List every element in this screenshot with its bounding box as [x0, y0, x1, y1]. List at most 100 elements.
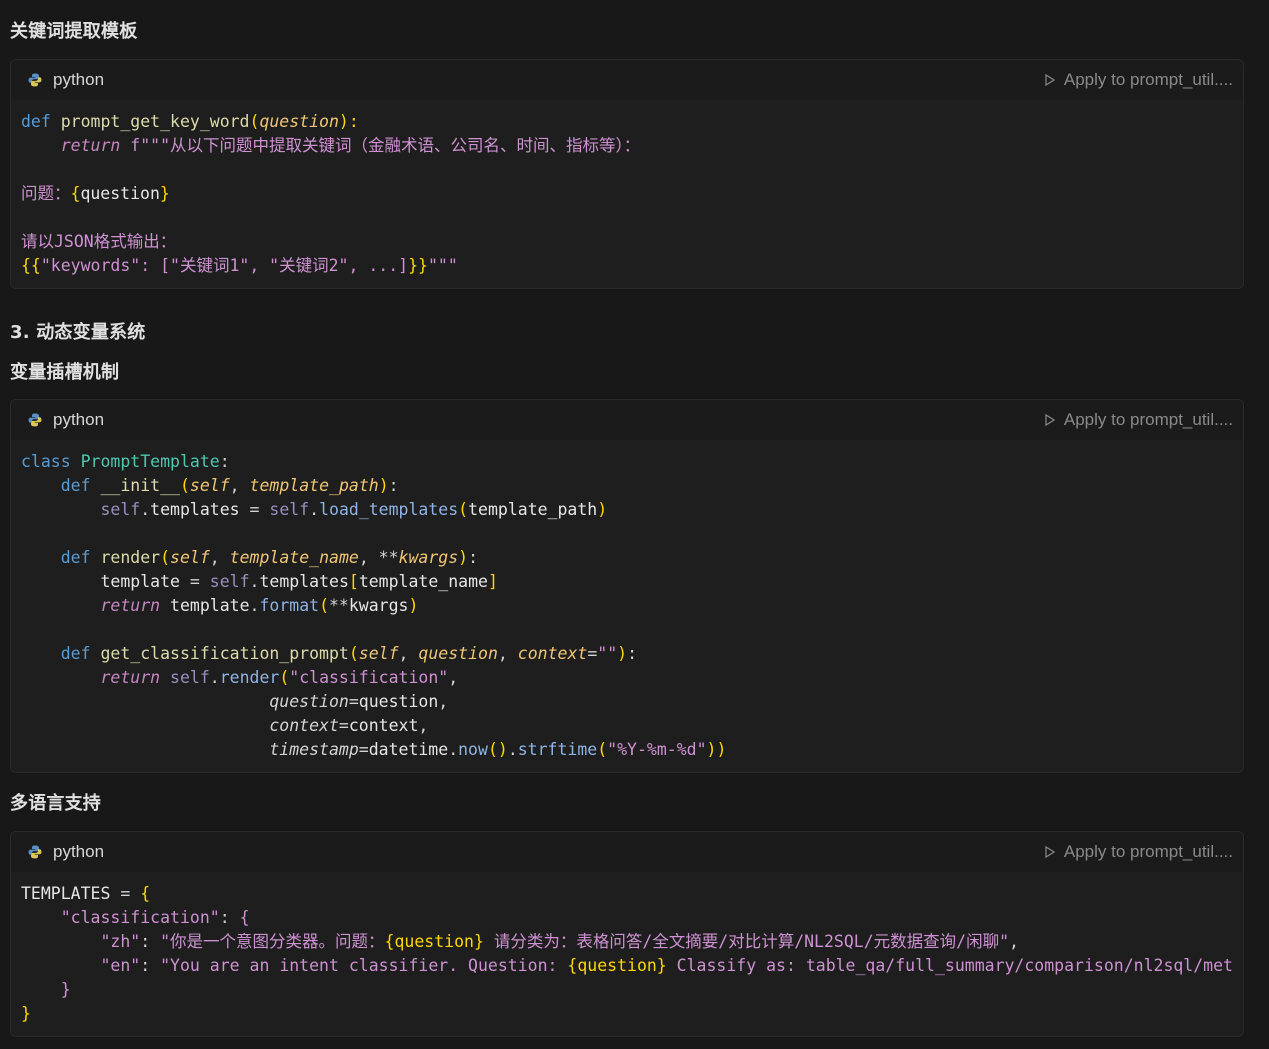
operator: = [110, 884, 141, 903]
paren: ): [338, 112, 359, 131]
class-name: PromptTemplate [80, 452, 220, 471]
arg: context [348, 716, 419, 735]
param: template_name [229, 548, 359, 567]
kw-return: return [60, 136, 121, 155]
string: "" [597, 644, 618, 663]
fstring: f"""从以下问题中提取关键词（金融术语、公司名、时间、指标等）： [120, 136, 641, 155]
brace: }} [408, 256, 428, 275]
method: strftime [517, 740, 598, 759]
brace: {{ [21, 256, 41, 275]
var: template [170, 596, 250, 615]
self-ref: self [100, 500, 141, 519]
apply-to-file-button[interactable]: Apply to prompt_util.... [1045, 410, 1233, 430]
param: question [259, 112, 339, 131]
placeholder: {question} [384, 932, 484, 951]
brace: { [70, 184, 81, 203]
fn-name: __init__ [100, 476, 180, 495]
python-icon [28, 845, 42, 859]
code-block-templates-dict: python Apply to prompt_util.... TEMPLATE… [10, 831, 1244, 1037]
kw-return: return [100, 668, 161, 687]
param: context [517, 644, 588, 663]
apply-to-file-button[interactable]: Apply to prompt_util.... [1045, 70, 1233, 90]
kwarg: question [269, 692, 349, 711]
kw-class: class [21, 452, 71, 471]
self-ref: self [170, 668, 210, 687]
string: "你是一个意图分类器。问题： [160, 932, 385, 951]
code-block-header: python Apply to prompt_util.... [11, 400, 1243, 440]
code-block-header: python Apply to prompt_util.... [11, 60, 1243, 100]
code-block-header: python Apply to prompt_util.... [11, 832, 1243, 872]
attr: templates [259, 572, 349, 591]
apply-label: Apply to prompt_util.... [1063, 70, 1233, 89]
code-body: TEMPLATES = { "classification": { "zh": … [11, 872, 1243, 1026]
brace: } [159, 184, 170, 203]
code-language-label: python [53, 842, 105, 861]
string: 请分类为：表格问答/全文摘要/对比计算/NL2SQL/元数据查询/闲聊" [483, 932, 1010, 951]
param-self: self [358, 644, 399, 663]
play-icon [1045, 846, 1055, 858]
code-body: def prompt_get_key_word(question): retur… [11, 100, 1243, 278]
arg: template_name [358, 572, 488, 591]
kwarg: timestamp [269, 740, 359, 759]
string: Classify as: table_qa/full_summary/compa… [676, 956, 1233, 975]
code-block-keyword-extraction: python Apply to prompt_util.... def prom… [10, 59, 1244, 289]
kw-def: def [60, 644, 91, 663]
kw-def: def [60, 476, 91, 495]
arg: template_path [468, 500, 598, 519]
section-heading-keyword-template: 关键词提取模板 [10, 21, 138, 42]
string-end: """ [427, 256, 458, 275]
code-body: class PromptTemplate: def __init__(self,… [11, 440, 1243, 762]
dict-key: "en" [100, 956, 141, 975]
var: TEMPLATES [21, 884, 111, 903]
code-text: class PromptTemplate: def __init__(self,… [21, 452, 727, 759]
code-text: def prompt_get_key_word(question): retur… [21, 110, 1233, 278]
param: question [418, 644, 498, 663]
param: template_path [249, 476, 379, 495]
method: load_templates [319, 500, 459, 519]
attr: templates [150, 500, 240, 519]
kw-def: def [21, 112, 51, 131]
method: render [219, 668, 280, 687]
kw-def: def [60, 548, 91, 567]
string-text: 请以JSON格式输出： [21, 232, 177, 251]
apply-to-file-button[interactable]: Apply to prompt_util.... [1045, 842, 1233, 862]
self-ref: self [269, 500, 310, 519]
param-self: self [189, 476, 230, 495]
play-icon [1045, 74, 1055, 86]
param: kwargs [398, 548, 459, 567]
string: "classification" [289, 668, 449, 687]
string: "You are an intent classifier. Question: [160, 956, 568, 975]
python-icon [28, 413, 42, 427]
fn-name: get_classification_prompt [100, 644, 349, 663]
kwarg: context [269, 716, 339, 735]
kw-return: return [100, 596, 161, 615]
code-language-label: python [53, 410, 105, 429]
apply-label: Apply to prompt_util.... [1063, 842, 1233, 861]
section-heading-dynamic-vars: 3. 动态变量系统 [10, 322, 146, 343]
code-language-label: python [53, 70, 105, 89]
method: now [458, 740, 488, 759]
code-text: TEMPLATES = { "classification": { "zh": … [21, 882, 1233, 1026]
code-block-prompt-template: python Apply to prompt_util.... class Pr… [10, 399, 1244, 773]
paren: ( [249, 112, 260, 131]
arg: kwargs [348, 596, 409, 615]
arg: question [358, 692, 439, 711]
self-ref: self [209, 572, 250, 591]
apply-label: Apply to prompt_util.... [1063, 410, 1233, 429]
placeholder: {question} [567, 956, 667, 975]
string-text: 问题： [21, 184, 71, 203]
colon: : [219, 452, 230, 471]
placeholder-var: question [80, 184, 160, 203]
string: "%Y-%m-%d" [607, 740, 707, 759]
var: template [100, 572, 180, 591]
python-icon [28, 73, 42, 87]
module: datetime [368, 740, 449, 759]
fn-name: prompt_get_key_word [60, 112, 250, 131]
section-heading-slot-mechanism: 变量插槽机制 [10, 362, 120, 383]
dict-key: "zh" [100, 932, 141, 951]
string-text: "keywords": ["关键词1", "关键词2", ...] [40, 256, 409, 275]
method: format [259, 596, 320, 615]
fn-name: render [100, 548, 161, 567]
section-heading-multilang: 多语言支持 [10, 793, 101, 814]
